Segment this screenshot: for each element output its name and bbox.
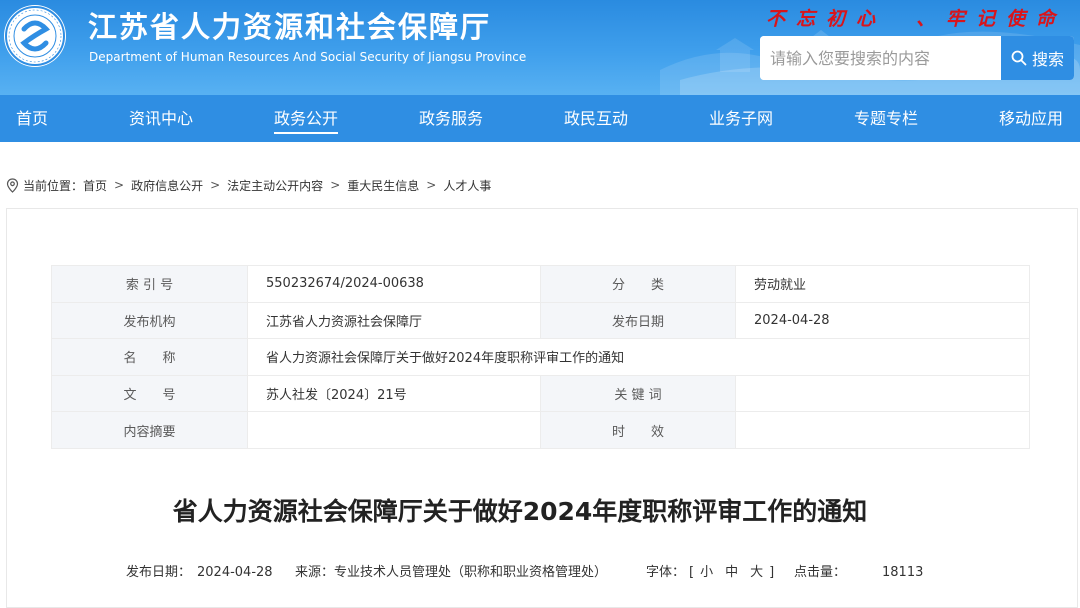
slogan: 不忘初心 、牢记使命 <box>766 8 1067 30</box>
article-title: 省人力资源社会保障厅关于做好2024年度职称评审工作的通知 <box>172 497 868 526</box>
publish-date-text: 2024-04-28 <box>197 565 273 580</box>
table-row: 名 称 省人力资源社会保障厅关于做好2024年度职称评审工作的通知 <box>51 338 1030 376</box>
nav-item-business-subnet[interactable]: 业务子网 <box>709 95 773 142</box>
category-label: 分 类 <box>540 265 736 303</box>
index-label: 索 引 号 <box>51 265 248 303</box>
nav-item-public-interaction[interactable]: 政民互动 <box>564 95 628 142</box>
font-size-medium-button[interactable]: 中 <box>725 565 738 580</box>
nav-item-government-affairs-disclosure[interactable]: 政务公开 <box>273 95 339 142</box>
main-nav: 首页 资讯中心 政务公开 政务服务 政民互动 业务子网 专题专栏 移动应用 <box>0 95 1080 142</box>
table-row: 发布机构 江苏省人力资源社会保障厅 发布日期 2024-04-28 <box>51 301 1030 340</box>
publisher-label: 发布机构 <box>51 301 248 340</box>
breadcrumb-item-gov-info[interactable]: 政府信息公开 <box>131 177 203 194</box>
site-header: 江苏省人力资源和社会保障厅 Department of Human Resour… <box>0 0 1080 95</box>
breadcrumb-separator: > <box>210 178 221 192</box>
publish-date-prefix: 发布日期： <box>126 565 192 580</box>
department-seal-logo[interactable] <box>4 5 66 67</box>
breadcrumb: 当前位置： 首页 > 政府信息公开 > 法定主动公开内容 > 重大民生信息 > … <box>6 176 491 194</box>
font-size-small-button[interactable]: 小 <box>700 565 713 580</box>
breadcrumb-separator: > <box>330 178 341 192</box>
validity-value <box>735 411 1030 449</box>
font-size-large-button[interactable]: 大 <box>750 565 763 580</box>
site-title: 江苏省人力资源和社会保障厅 <box>88 10 492 44</box>
breadcrumb-item-home[interactable]: 首页 <box>83 177 107 194</box>
source-prefix: 来源： <box>295 565 335 580</box>
name-value: 省人力资源社会保障厅关于做好2024年度职称评审工作的通知 <box>247 338 1030 376</box>
breadcrumb-prefix: 当前位置： <box>23 178 84 193</box>
category-value: 劳动就业 <box>735 265 1030 303</box>
table-row: 文 号 苏人社发〔2024〕21号 关 键 词 <box>51 374 1030 413</box>
breadcrumb-separator: > <box>426 178 437 192</box>
breadcrumb-item-statutory-content[interactable]: 法定主动公开内容 <box>227 177 323 194</box>
table-row: 内容摘要 时 效 <box>51 411 1030 449</box>
publisher-value: 江苏省人力资源社会保障厅 <box>247 301 541 340</box>
search-button-label: 搜索 <box>1031 50 1064 69</box>
nav-item-special-topics[interactable]: 专题专栏 <box>854 95 918 142</box>
publish-date-label: 发布日期 <box>540 301 736 340</box>
font-size-bracket-open: [ <box>689 565 695 580</box>
table-row: 索 引 号 550232674/2024-00638 分 类 劳动就业 <box>51 265 1030 303</box>
name-label: 名 称 <box>51 338 248 376</box>
publish-date-value: 2024-04-28 <box>735 301 1030 340</box>
views-label: 点击量： <box>794 565 847 580</box>
document-number-label: 文 号 <box>51 374 248 413</box>
search-box: 搜索 <box>760 36 1074 80</box>
search-input[interactable] <box>760 36 1001 80</box>
summary-label: 内容摘要 <box>51 411 248 449</box>
site-subtitle: Department of Human Resources And Social… <box>89 50 527 64</box>
font-size-switcher: 字体：[ 小中大] <box>646 561 774 580</box>
keywords-label: 关 键 词 <box>540 374 736 413</box>
keywords-value <box>735 374 1030 413</box>
breadcrumb-item-talent-personnel[interactable]: 人才人事 <box>443 177 491 194</box>
views-count: 18113 <box>882 565 924 580</box>
search-button[interactable]: 搜索 <box>1001 36 1074 80</box>
location-pin-icon <box>6 177 19 193</box>
document-meta-table: 索 引 号 550232674/2024-00638 分 类 劳动就业 发布机构… <box>51 265 1030 449</box>
font-size-bracket-close: ] <box>769 565 775 580</box>
breadcrumb-separator: > <box>114 178 125 192</box>
breadcrumb-item-livelihood-info[interactable]: 重大民生信息 <box>347 177 419 194</box>
font-size-label: 字体： <box>646 565 686 580</box>
article-source: 来源：专业技术人员管理处（职称和职业资格管理处） <box>295 561 607 580</box>
search-icon <box>1011 50 1027 66</box>
nav-item-government-services[interactable]: 政务服务 <box>419 95 483 142</box>
article-views: 点击量： 18113 <box>794 561 923 580</box>
summary-value <box>247 411 541 449</box>
index-value: 550232674/2024-00638 <box>247 265 541 303</box>
nav-item-mobile-apps[interactable]: 移动应用 <box>999 95 1063 142</box>
nav-item-news-center[interactable]: 资讯中心 <box>129 95 193 142</box>
article-publish-date: 发布日期： 2024-04-28 <box>126 561 273 580</box>
source-text: 专业技术人员管理处（职称和职业资格管理处） <box>334 565 608 580</box>
document-number-value: 苏人社发〔2024〕21号 <box>247 374 541 413</box>
validity-label: 时 效 <box>540 411 736 449</box>
nav-item-home[interactable]: 首页 <box>16 95 48 142</box>
